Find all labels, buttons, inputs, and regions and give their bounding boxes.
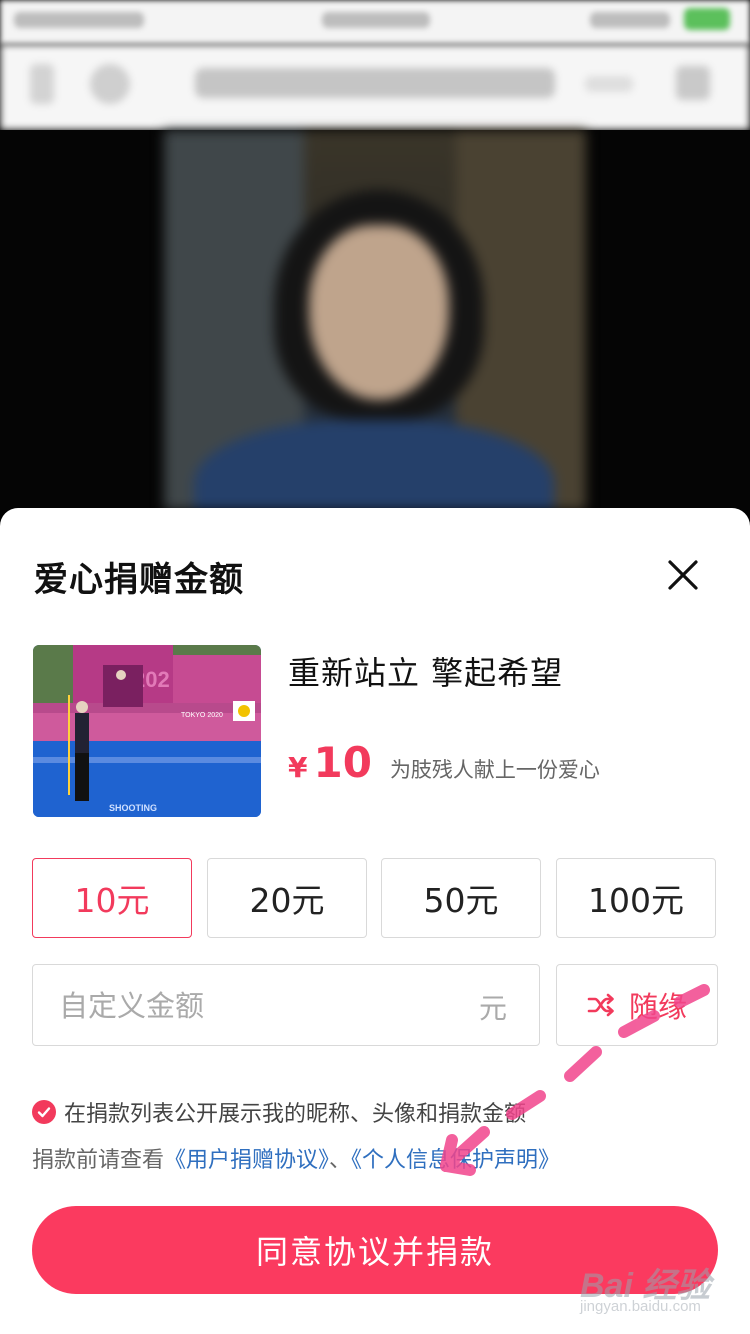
price-description: 为肢残人献上一份爱心 bbox=[389, 758, 600, 782]
nav-bar bbox=[0, 44, 750, 130]
agreement-separator: 、 bbox=[329, 1148, 352, 1173]
close-page-icon[interactable] bbox=[676, 66, 710, 100]
battery-icon bbox=[684, 8, 730, 30]
privacy-statement-link[interactable]: 《个人信息保护声明》 bbox=[351, 1148, 560, 1173]
person-face bbox=[309, 225, 449, 400]
agreement-prefix: 捐款前请查看 bbox=[32, 1148, 165, 1173]
random-amount-label: 随缘 bbox=[628, 990, 687, 1024]
price-row: ¥ 10 为肢残人献上一份爱心 bbox=[288, 738, 600, 787]
price-value: 10 bbox=[313, 738, 372, 787]
shuffle-icon bbox=[587, 993, 614, 1017]
clock bbox=[322, 12, 430, 28]
custom-amount-input[interactable] bbox=[57, 981, 441, 1031]
consent-row: 在捐款列表公开展示我的昵称、头像和捐款金额 bbox=[32, 1096, 526, 1128]
watermark-logo: Bai 经验 jingyan.baidu.com bbox=[580, 1252, 740, 1324]
amount-option-20[interactable]: 20元 bbox=[207, 858, 367, 938]
close-button[interactable] bbox=[660, 552, 706, 598]
donation-screen: 爱心捐赠金额 202 TOKYO 2020 SHOOTING 重新站立 擎起希望… bbox=[0, 0, 750, 1334]
close-icon bbox=[668, 560, 698, 590]
project-name: 重新站立 擎起希望 bbox=[288, 654, 564, 692]
back-icon[interactable] bbox=[30, 64, 54, 104]
battery-percent bbox=[590, 12, 670, 28]
agreement-row: 捐款前请查看《用户捐赠协议》、《个人信息保护声明》 bbox=[32, 1142, 560, 1174]
consent-checkbox[interactable] bbox=[32, 1100, 56, 1124]
amount-option-10[interactable]: 10元 bbox=[32, 858, 192, 938]
custom-amount-field[interactable]: 元 bbox=[32, 964, 540, 1046]
more-icon[interactable] bbox=[585, 76, 633, 92]
random-amount-button[interactable]: 随缘 bbox=[556, 964, 718, 1046]
page-title bbox=[195, 68, 555, 98]
thumb-floor-label: SHOOTING bbox=[109, 803, 157, 813]
amount-option-100[interactable]: 100元 bbox=[556, 858, 716, 938]
consent-text: 在捐款列表公开展示我的昵称、头像和捐款金额 bbox=[64, 1102, 527, 1127]
video-player[interactable] bbox=[0, 130, 750, 510]
carrier-info bbox=[14, 12, 144, 28]
sheet-title: 爱心捐赠金额 bbox=[34, 560, 244, 600]
currency-symbol: ¥ bbox=[288, 751, 308, 784]
video-frame bbox=[164, 130, 586, 510]
custom-amount-unit: 元 bbox=[478, 992, 507, 1025]
project-thumbnail: 202 TOKYO 2020 SHOOTING bbox=[33, 645, 261, 817]
donation-sheet: 爱心捐赠金额 202 TOKYO 2020 SHOOTING 重新站立 擎起希望… bbox=[0, 508, 750, 1334]
check-icon bbox=[37, 1107, 51, 1118]
home-icon[interactable] bbox=[90, 64, 130, 104]
watermark-sub: jingyan.baidu.com bbox=[580, 1298, 701, 1315]
user-donation-agreement-link[interactable]: 《用户捐赠协议》 bbox=[164, 1148, 329, 1173]
status-bar bbox=[0, 0, 750, 44]
amount-option-50[interactable]: 50元 bbox=[381, 858, 541, 938]
thumb-event-label: TOKYO 2020 bbox=[181, 712, 223, 719]
